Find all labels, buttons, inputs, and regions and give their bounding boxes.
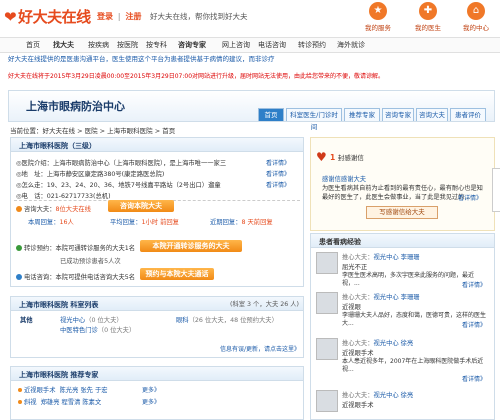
nav-home[interactable]: 首页 (26, 40, 40, 50)
nav-referral[interactable]: 转诊预约 (298, 40, 326, 50)
dept-item[interactable]: 中医特色门诊（0 位大夫） (60, 325, 135, 334)
report-error-link[interactable]: 信息有误/更新，请点击这里》 (220, 344, 300, 353)
service-icon: ★ (369, 2, 387, 20)
consult-icon (16, 206, 22, 212)
register-link[interactable]: 注册 (126, 12, 142, 21)
experience-topic: 近视眼手术 (342, 350, 374, 357)
heart-icon: ♥ (316, 150, 327, 164)
dept-item[interactable]: 视光中心（0 位大夫） (60, 315, 123, 324)
slogan: 好大夫在线，帮你找到好大夫 (150, 12, 248, 21)
breadcrumb: 当前位置：好大夫在线 > 医院 > 上海市眼科医院 > 首页 (10, 127, 176, 135)
doctor-icon: ✚ (419, 2, 437, 20)
experts-title: 上海市眼科医院 推荐专家 (19, 371, 99, 379)
tab-home[interactable]: 首页 (258, 108, 284, 121)
tab-recommended[interactable]: 推荐专家 (344, 108, 380, 121)
consult-hospital-button[interactable]: 咨询本院大夫 (108, 200, 174, 212)
expert-row: 斜视 郑雄亮 程雪清 陈素文 (18, 397, 101, 406)
thanks-count: 1 封感谢信 (330, 153, 364, 162)
consult-label: 咨询大夫：8位大夫在线 (16, 204, 91, 213)
avatar (316, 390, 338, 412)
nav-by-specialty[interactable]: 按专科 (146, 40, 167, 50)
route-more-link[interactable]: 看详情》 (266, 180, 290, 189)
stat-weekly: 本周回复：16人 (28, 219, 74, 226)
experience-item: 推心大夫：视光中心 徐亮 (342, 340, 414, 347)
heart-logo-icon: ❤ (4, 8, 17, 26)
info-row-intro: ◎医院介绍：上海市眼病防治中心（上海市眼科医院），是上海市唯一一家三 (16, 160, 227, 167)
experience-topic: 近视眼 (342, 304, 361, 311)
nav-overseas[interactable]: 海外就诊 (337, 40, 365, 50)
info-row-address: ◎地 址：上海市静安区康定路380号(康定路医总院) (16, 171, 165, 178)
nav-online-consult[interactable]: 网上咨询 (222, 40, 250, 50)
hospital-name: 上海市眼病防治中心 (26, 100, 125, 113)
site-logo[interactable]: ❤ 好大夫在线 (4, 6, 91, 27)
experience-item: 推心大夫：视光中心 李珊珊 (342, 294, 420, 301)
avatar (316, 292, 338, 314)
my-doctor-button[interactable]: ✚ 我的医生 (410, 2, 446, 32)
experts-more-link[interactable]: 更多》 (142, 397, 160, 406)
nav-by-hospital[interactable]: 按医院 (117, 40, 138, 50)
my-service-button[interactable]: ★ 我的服务 (360, 2, 396, 32)
nav-by-disease[interactable]: 按疾病 (88, 40, 109, 50)
main-nav: 首页 找大夫 按疾病 按医院 按专科 咨询专家 网上咨询 电话咨询 转诊预约 海… (0, 37, 500, 53)
home-icon: ⌂ (467, 2, 485, 20)
intro-more-link[interactable]: 看详情》 (266, 158, 290, 167)
nav-find-doctor[interactable]: 找大夫 (53, 40, 74, 50)
experience-topic: 屈光不正 (342, 264, 368, 271)
avatar (316, 252, 338, 274)
experience-item: 推心大夫：视光中心 徐亮 (342, 392, 414, 399)
experience-item: 推心大夫：视光中心 李珊珊 (342, 254, 420, 261)
experts-more-link[interactable]: 更多》 (142, 385, 160, 394)
experience-title: 患者看病经验 (319, 238, 361, 246)
experience-text: 本人患近视多年，2007年在上海眼科医院做手术后近视... (342, 358, 484, 373)
phone-consult-label: 电话咨询：本院可提供电话咨询大夫5名 (16, 272, 135, 281)
experience-more-link[interactable]: 看详情》 (462, 320, 486, 329)
transfer-doctors-button[interactable]: 本院开通转诊服务的大夫 (140, 240, 242, 252)
phone-icon (16, 274, 22, 280)
thanks-more-link[interactable]: 看详情》 (458, 193, 482, 202)
my-center-button[interactable]: ⌂ 我的中心 (458, 2, 494, 32)
tab-reviews[interactable]: 患者评价 (450, 108, 486, 121)
transfer-note: 已成功预诊患者5人次 (60, 258, 121, 265)
phone-doctor-button[interactable]: 预约与本院大夫通话 (140, 268, 214, 280)
info-title: 上海市眼科医院（三级） (19, 142, 96, 150)
nav-consult[interactable]: 咨询专家 (178, 40, 206, 50)
login-link[interactable]: 登录 (97, 12, 113, 21)
experience-more-link[interactable]: 看详情》 (462, 280, 486, 289)
transfer-icon (16, 245, 22, 251)
stat-recent: 近期回复：8 天前回复 (210, 219, 273, 226)
thanks-author[interactable]: 感谢信感谢大夫 (322, 174, 366, 183)
tab-consult-experts[interactable]: 咨询专家 (382, 108, 414, 121)
tab-departments[interactable]: 科室医生/门诊时间 (286, 108, 342, 131)
experience-topic: 近视眼手术 (342, 402, 374, 409)
write-thanks-button[interactable]: 写感谢信给大夫 (366, 206, 438, 219)
info-row-phone: ◎电 话：021-62717733(总机) (16, 193, 111, 200)
stat-average: 平均回复：1小时 前回复 (110, 219, 179, 226)
info-row-route: ◎怎么走：19、23、24、20、36、地铁7号线嘉平路站（2号出口）遛童 (16, 182, 221, 189)
tab-consult-doctors[interactable]: 咨询大夫 (416, 108, 448, 121)
dept-item[interactable]: 眼科（26 位大夫，48 位预约大夫） (176, 315, 278, 324)
departments-title: 上海市眼科医院 科室列表 (19, 301, 99, 309)
transfer-label: 转诊预约：本院可通转诊服务的大夫1名 (16, 243, 135, 252)
auth-links: 登录 | 注册 (97, 12, 142, 21)
departments-count: (科室 3 个，大夫 26 人) (230, 301, 300, 308)
address-more-link[interactable]: 看详情》 (266, 169, 290, 178)
top-bar: ❤ 好大夫在线 登录 | 注册 好大夫在线，帮你找到好大夫 ★ 我的服务 ✚ 我的… (0, 0, 500, 34)
nav-phone-consult[interactable]: 电话咨询 (258, 40, 286, 50)
dept-category: 其他 (20, 317, 33, 324)
maintenance-notice: 好大夫在线将于2015年3月29日凌晨00:00至2015年3月29日07:00… (8, 73, 385, 80)
feedback-side-widget[interactable] (492, 168, 500, 212)
intro-text: 好大夫在线提供的是医患沟通平台，医生使用这个平台为患者提供基于病情的建议，而非诊… (8, 55, 275, 63)
experience-more-link[interactable]: 看详情》 (462, 374, 486, 383)
expert-row: 近视眼手术 陈光亮 张先 于宏 (18, 385, 108, 394)
avatar (316, 338, 338, 360)
